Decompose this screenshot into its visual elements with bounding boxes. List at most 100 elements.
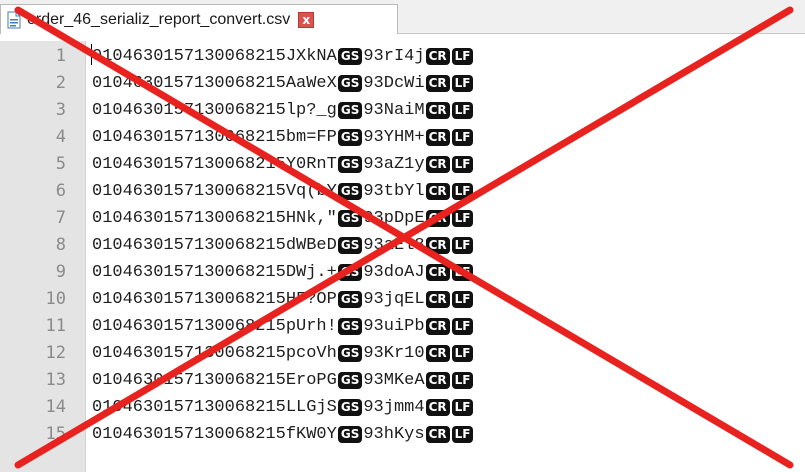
tab-title: order_46_serializ_report_convert.csv (27, 10, 291, 28)
gs-control-char: GS (337, 426, 363, 443)
line-text-before-gs: 0104630157130068215DWj.+ (92, 263, 337, 282)
lf-control-char: LF (451, 291, 474, 308)
text-line: 7 0104630157130068215HNk," GS 93pDpE CR LF (0, 205, 805, 232)
lf-control-char: LF (451, 210, 474, 227)
cr-control-char: CR (425, 183, 450, 200)
tab-close-button[interactable]: x (298, 11, 315, 28)
line-text-after-gs: 93DcWi (363, 74, 425, 93)
gs-control-char: GS (337, 183, 363, 200)
line-content: 0104630157130068215JXkNA GS 93rI4j CR LF (92, 43, 474, 70)
text-line: 9 0104630157130068215DWj.+ GS 93doAJ CR LF (0, 259, 805, 286)
cr-control-char: CR (425, 264, 450, 281)
text-line: 5 0104630157130068215Y0RnT GS 93aZ1y CR LF (0, 151, 805, 178)
gs-control-char: GS (337, 129, 363, 146)
tab-file[interactable]: order_46_serializ_report_convert.csv x (0, 4, 398, 34)
line-text-after-gs: 93hKys (363, 425, 425, 444)
lf-control-char: LF (451, 318, 474, 335)
line-number: 8 (55, 235, 66, 255)
text-line: 2 0104630157130068215AaWeX GS 93DcWi CR LF (0, 70, 805, 97)
line-number: 7 (55, 208, 66, 228)
text-line: 11 0104630157130068215pUrh! GS 93uiPb CR LF (0, 313, 805, 340)
line-number: 4 (55, 127, 66, 147)
line-text-after-gs: 93doAJ (363, 263, 425, 282)
gs-control-char: GS (337, 345, 363, 362)
gs-control-char: GS (337, 237, 363, 254)
line-text-before-gs: 0104630157130068215bm=FP (92, 128, 337, 147)
line-number: 6 (55, 181, 66, 201)
line-text-before-gs: 0104630157130068215pcoVh (92, 344, 337, 363)
text-line: 4 0104630157130068215bm=FP GS 93YHM+ CR LF (0, 124, 805, 151)
lf-control-char: LF (451, 183, 474, 200)
line-text-after-gs: 93jmm4 (363, 398, 425, 417)
text-line: 6 0104630157130068215Vq(bY GS 93tbYl CR LF (0, 178, 805, 205)
line-number: 11 (45, 316, 66, 336)
line-text-after-gs: 93MKeA (363, 371, 425, 390)
line-text-after-gs: 93pDpE (363, 209, 425, 228)
lf-control-char: LF (451, 237, 474, 254)
line-text-before-gs: 0104630157130068215EroPG (92, 371, 337, 390)
line-text-before-gs: 0104630157130068215AaWeX (92, 74, 337, 93)
line-text-after-gs: 93rI4j (363, 47, 425, 66)
lf-control-char: LF (451, 129, 474, 146)
text-line: 15 0104630157130068215fKW0Y GS 93hKys CR LF (0, 421, 805, 448)
lf-control-char: LF (451, 102, 474, 119)
line-content: 0104630157130068215LLGjS GS 93jmm4 CR LF (92, 394, 474, 421)
text-line: 3 0104630157130068215lp?_g GS 93NaiM CR LF (0, 97, 805, 124)
line-text-before-gs: 0104630157130068215HF?OP (92, 290, 337, 309)
line-text-after-gs: 93NaiM (363, 101, 425, 120)
lf-control-char: LF (451, 48, 474, 65)
line-number: 5 (55, 154, 66, 174)
text-line: 10 0104630157130068215HF?OP GS 93jqEL CR LF (0, 286, 805, 313)
cr-control-char: CR (425, 291, 450, 308)
line-content: 0104630157130068215fKW0Y GS 93hKys CR LF (92, 421, 474, 448)
text-line: 8 0104630157130068215dWBeD GS 93aEl8 CR LF (0, 232, 805, 259)
line-text-before-gs: 0104630157130068215pUrh! (92, 317, 337, 336)
line-text-after-gs: 93tbYl (363, 182, 425, 201)
cr-control-char: CR (425, 210, 450, 227)
line-text-before-gs: 0104630157130068215LLGjS (92, 398, 337, 417)
csv-file-icon (7, 11, 21, 29)
cr-control-char: CR (425, 102, 450, 119)
cr-control-char: CR (425, 372, 450, 389)
lf-control-char: LF (451, 426, 474, 443)
cr-control-char: CR (425, 75, 450, 92)
gs-control-char: GS (337, 102, 363, 119)
text-line: 14 0104630157130068215LLGjS GS 93jmm4 CR LF (0, 394, 805, 421)
line-content: 0104630157130068215HF?OP GS 93jqEL CR LF (92, 286, 474, 313)
line-number: 14 (45, 397, 66, 417)
line-text-after-gs: 93YHM+ (363, 128, 425, 147)
line-number: 13 (45, 370, 66, 390)
gs-control-char: GS (337, 48, 363, 65)
cr-control-char: CR (425, 399, 450, 416)
lf-control-char: LF (451, 372, 474, 389)
line-number: 12 (45, 343, 66, 363)
cr-control-char: CR (425, 318, 450, 335)
line-content: 0104630157130068215lp?_g GS 93NaiM CR LF (92, 97, 474, 124)
line-number: 3 (55, 100, 66, 120)
line-content: 0104630157130068215Y0RnT GS 93aZ1y CR LF (92, 151, 474, 178)
line-number: 2 (55, 73, 66, 93)
text-line: 12 0104630157130068215pcoVh GS 93Kr10 CR LF (0, 340, 805, 367)
lf-control-char: LF (451, 264, 474, 281)
gs-control-char: GS (337, 210, 363, 227)
gs-control-char: GS (337, 264, 363, 281)
editor-area[interactable]: 1 0104630157130068215JXkNA GS 93rI4j CR LF 2 01… (0, 41, 805, 472)
line-number: 10 (45, 289, 66, 309)
line-number: 1 (55, 46, 66, 66)
line-content: 0104630157130068215bm=FP GS 93YHM+ CR LF (92, 124, 474, 151)
line-text-before-gs: 0104630157130068215dWBeD (92, 236, 337, 255)
line-text-after-gs: 93jqEL (363, 290, 425, 309)
lf-control-char: LF (451, 156, 474, 173)
line-content: 0104630157130068215Vq(bY GS 93tbYl CR LF (92, 178, 474, 205)
gs-control-char: GS (337, 75, 363, 92)
text-caret (91, 44, 92, 65)
line-text-before-gs: 0104630157130068215fKW0Y (92, 425, 337, 444)
gs-control-char: GS (337, 318, 363, 335)
line-text-after-gs: 93aEl8 (363, 236, 425, 255)
line-content: 0104630157130068215DWj.+ GS 93doAJ CR LF (92, 259, 474, 286)
cr-control-char: CR (425, 345, 450, 362)
lf-control-char: LF (451, 345, 474, 362)
line-text-before-gs: 0104630157130068215Vq(bY (92, 182, 337, 201)
cr-control-char: CR (425, 156, 450, 173)
line-content: 0104630157130068215AaWeX GS 93DcWi CR LF (92, 70, 474, 97)
